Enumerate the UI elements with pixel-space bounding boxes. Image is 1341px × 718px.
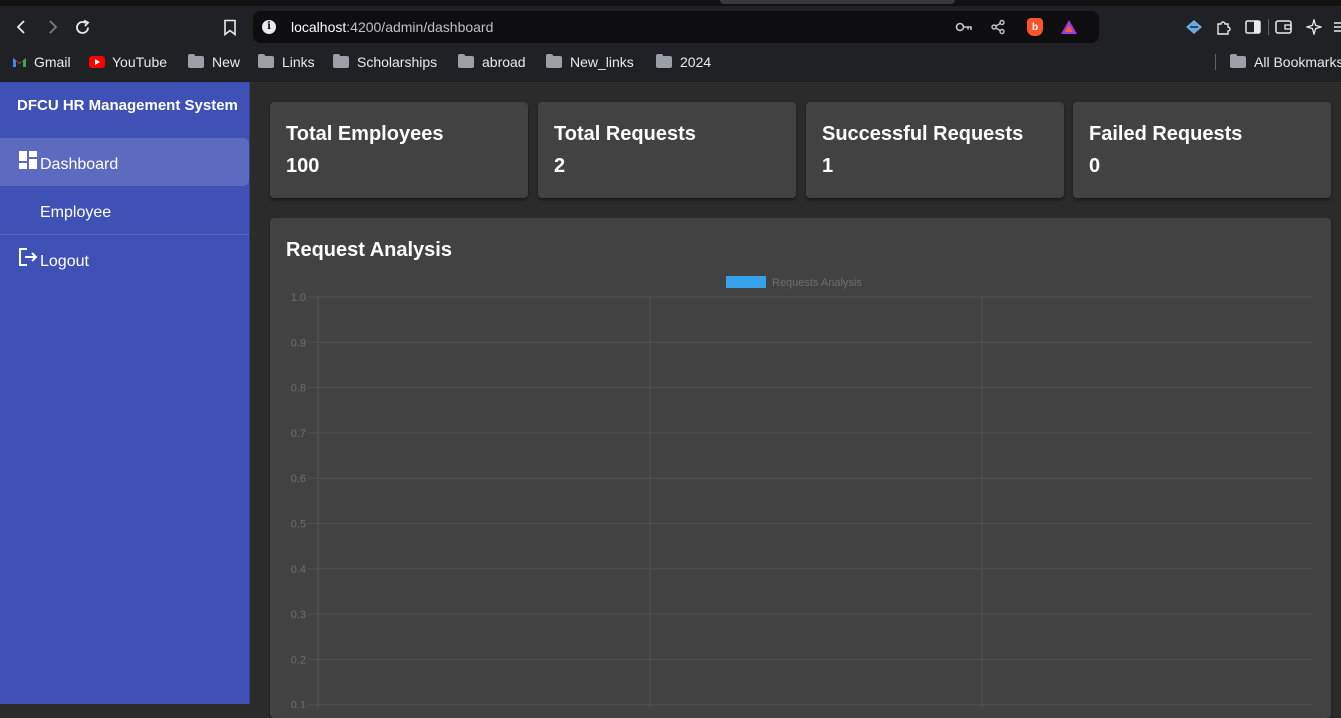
stat-title: Successful Requests xyxy=(822,123,1024,145)
stat-value: 100 xyxy=(286,155,320,177)
all-bookmarks-folder[interactable]: All Bookmarks xyxy=(1230,52,1341,72)
url-host: localhost xyxy=(291,19,347,35)
folder-icon xyxy=(1230,54,1246,68)
wallet-icon[interactable] xyxy=(1273,17,1293,37)
sidebar-toggle-icon[interactable] xyxy=(1243,17,1263,37)
bookmark-folder-links[interactable]: Links xyxy=(258,52,315,72)
stat-value: 1 xyxy=(822,155,834,177)
brave-rewards-icon[interactable] xyxy=(1060,18,1078,36)
folder-icon xyxy=(458,54,474,68)
sidebar-item-dashboard[interactable]: Dashboard xyxy=(0,138,249,186)
forward-arrow-icon xyxy=(49,20,58,34)
bookmark-label: Gmail xyxy=(34,54,71,70)
sidebar-item-label: Dashboard xyxy=(40,156,119,173)
bookmark-gmail[interactable]: Gmail xyxy=(12,52,71,72)
bookmarks-bar: Gmail YouTube New Links Scholarships abr… xyxy=(0,50,1341,74)
folder-icon xyxy=(333,54,349,68)
stat-title: Total Requests xyxy=(554,123,696,145)
sidebar-item-employee[interactable]: Employee xyxy=(0,186,249,234)
bookmark-label: Links xyxy=(282,54,315,70)
bookmark-label: Scholarships xyxy=(357,54,438,70)
dashboard-icon xyxy=(19,151,37,169)
y-tick-label: 1.0 xyxy=(291,292,306,304)
share-icon[interactable] xyxy=(989,18,1007,36)
stat-card-total-employees: Total Employees 100 xyxy=(270,102,528,198)
y-tick-label: 0.9 xyxy=(291,337,306,349)
stat-title: Failed Requests xyxy=(1089,123,1243,145)
y-tick-label: 0.8 xyxy=(291,383,306,395)
youtube-icon xyxy=(89,56,105,68)
bookmark-folder-new-links[interactable]: New_links xyxy=(546,52,634,72)
sidebar: DFCU HR Management System Dashboard Empl… xyxy=(0,82,250,704)
chart-card-title: Request Analysis xyxy=(286,239,452,261)
bookmark-label: YouTube xyxy=(112,54,168,70)
y-tick-label: 0.4 xyxy=(291,564,306,576)
leo-ai-icon[interactable] xyxy=(1304,17,1324,37)
all-bookmarks-label: All Bookmarks xyxy=(1254,54,1341,70)
folder-icon xyxy=(546,54,562,68)
request-analysis-chart: 1.00.90.80.70.60.50.40.30.20.1Requests A… xyxy=(291,276,1312,708)
folder-icon xyxy=(258,54,274,68)
menu-icon[interactable] xyxy=(1330,17,1341,37)
url-text[interactable]: localhost:4200/admin/dashboard xyxy=(291,19,493,35)
y-tick-label: 0.7 xyxy=(291,428,306,440)
stat-title: Total Employees xyxy=(286,123,444,145)
stat-value: 0 xyxy=(1089,155,1101,177)
brave-shields-icon[interactable]: b xyxy=(1026,18,1044,36)
bookmark-icon xyxy=(224,19,236,36)
stat-card-successful-requests: Successful Requests 1 xyxy=(806,102,1064,198)
folder-icon xyxy=(656,54,672,68)
request-analysis-card: Request Analysis 1.0 0.9 0.8 0.7 0.6 0.5 0.4 0.… xyxy=(270,218,1331,718)
stat-card-total-requests: Total Requests 2 xyxy=(538,102,796,198)
y-tick-label: 0.5 xyxy=(291,519,306,531)
url-path: :4200/admin/dashboard xyxy=(346,19,494,35)
bookmark-page-button[interactable] xyxy=(219,16,241,38)
reload-icon xyxy=(75,19,89,34)
y-tick-label: 0.6 xyxy=(291,473,306,485)
back-arrow-icon xyxy=(16,20,25,34)
bookmark-folder-2024[interactable]: 2024 xyxy=(656,52,711,72)
browser-chrome: i localhost:4200/admin/dashboard b Gmail xyxy=(0,0,1341,82)
bookmark-folder-abroad[interactable]: abroad xyxy=(458,52,526,72)
bookmarks-divider xyxy=(1215,54,1216,70)
extensions-puzzle-icon[interactable] xyxy=(1213,17,1233,37)
y-tick-label: 0.3 xyxy=(291,609,306,621)
bookmark-label: New xyxy=(212,54,241,70)
logout-icon xyxy=(19,248,38,266)
bookmark-label: New_links xyxy=(570,54,634,70)
main-content: Total Employees 100 Total Requests 2 Suc… xyxy=(250,82,1341,718)
app-brand: DFCU HR Management System xyxy=(17,97,238,114)
bookmark-label: 2024 xyxy=(680,54,712,70)
bookmark-youtube[interactable]: YouTube xyxy=(89,52,167,72)
sidebar-item-label: Employee xyxy=(40,204,112,221)
forward-button[interactable] xyxy=(41,16,63,38)
folder-icon xyxy=(188,54,204,68)
site-info-icon[interactable]: i xyxy=(262,20,276,34)
bookmark-label: abroad xyxy=(482,54,526,70)
omnibox-divider xyxy=(1268,19,1269,35)
stat-card-failed-requests: Failed Requests 0 xyxy=(1073,102,1331,198)
legend-swatch xyxy=(726,276,766,288)
reload-button[interactable] xyxy=(71,16,93,38)
gmail-icon xyxy=(13,58,26,67)
password-key-icon[interactable] xyxy=(955,18,973,36)
sidebar-item-label: Logout xyxy=(40,253,89,270)
y-tick-label: 0.2 xyxy=(291,654,306,666)
bookmark-folder-new[interactable]: New xyxy=(188,52,240,72)
legend-label: Requests Analysis xyxy=(772,277,862,289)
bookmark-folder-scholarships[interactable]: Scholarships xyxy=(333,52,437,72)
vpn-extension-icon[interactable] xyxy=(1184,17,1204,37)
active-tab[interactable] xyxy=(720,0,955,4)
address-bar[interactable]: i localhost:4200/admin/dashboard b xyxy=(253,11,1269,43)
tab-strip xyxy=(0,0,1341,6)
stat-value: 2 xyxy=(554,155,566,177)
back-button[interactable] xyxy=(11,16,33,38)
sidebar-item-logout[interactable]: Logout xyxy=(0,235,249,283)
